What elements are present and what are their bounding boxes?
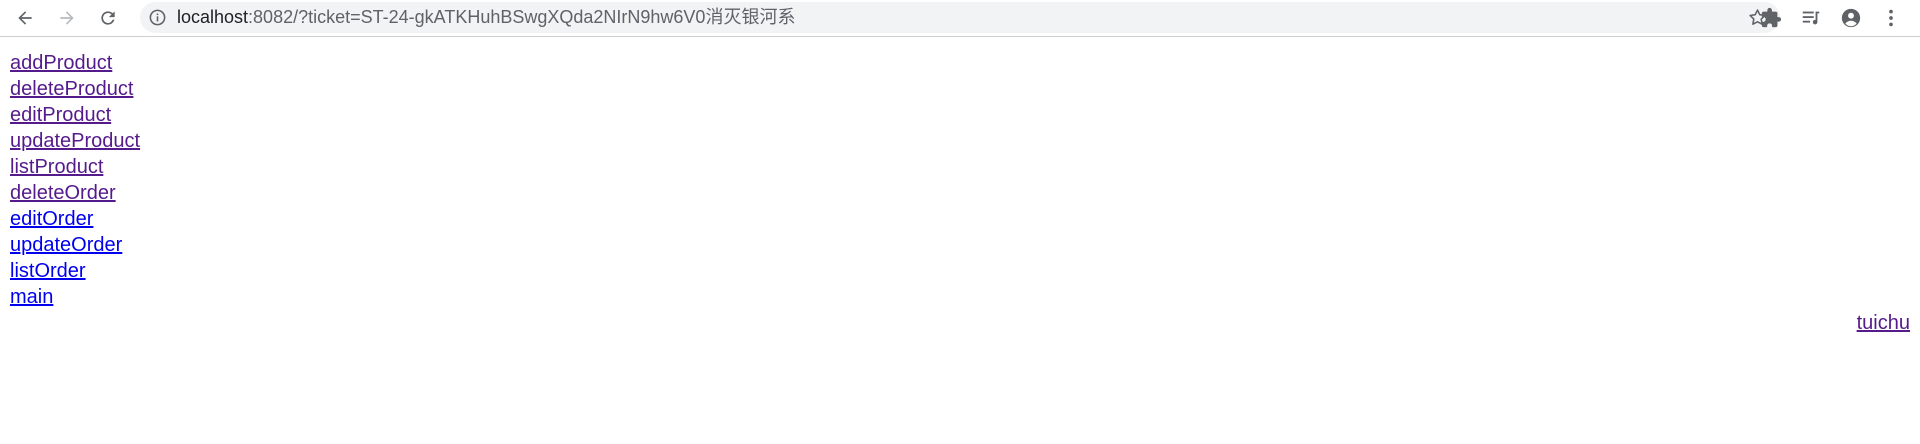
back-button[interactable]: [11, 4, 39, 32]
kebab-menu-icon: [1889, 9, 1893, 27]
link-list: addProduct deleteProduct editProduct upd…: [10, 50, 140, 310]
reload-button[interactable]: [94, 4, 122, 32]
logout-link[interactable]: tuichu: [1857, 310, 1910, 336]
menu-button[interactable]: [1877, 4, 1905, 32]
account-circle-icon: [1841, 8, 1861, 28]
arrow-left-icon: [18, 11, 32, 25]
puzzle-icon: [1761, 7, 1782, 28]
link-delete-product[interactable]: deleteProduct: [10, 76, 140, 102]
forward-button[interactable]: [53, 4, 81, 32]
media-queue-icon: [1802, 11, 1820, 25]
url-host: localhost: [177, 7, 249, 27]
link-edit-product[interactable]: editProduct: [10, 102, 140, 128]
link-update-product[interactable]: updateProduct: [10, 128, 140, 154]
info-icon[interactable]: [148, 8, 167, 27]
arrow-right-icon: [60, 11, 74, 25]
link-add-product[interactable]: addProduct: [10, 50, 140, 76]
link-delete-order[interactable]: deleteOrder: [10, 180, 140, 206]
profile-button[interactable]: [1837, 4, 1865, 32]
link-main[interactable]: main: [10, 284, 140, 310]
media-button[interactable]: [1797, 4, 1825, 32]
link-update-order[interactable]: updateOrder: [10, 232, 140, 258]
address-bar[interactable]: localhost:8082/?ticket=ST-24-gkATKHuhBSw…: [140, 2, 1780, 33]
link-edit-order[interactable]: editOrder: [10, 206, 140, 232]
browser-toolbar: localhost:8082/?ticket=ST-24-gkATKHuhBSw…: [0, 0, 1920, 37]
link-list-product[interactable]: listProduct: [10, 154, 140, 180]
url-text[interactable]: localhost:8082/?ticket=ST-24-gkATKHuhBSw…: [177, 2, 795, 33]
extensions-button[interactable]: [1757, 4, 1785, 32]
reload-icon: [101, 11, 115, 25]
url-path: :8082/?ticket=ST-24-gkATKHuhBSwgXQda2NIr…: [248, 7, 796, 27]
link-list-order[interactable]: listOrder: [10, 258, 140, 284]
